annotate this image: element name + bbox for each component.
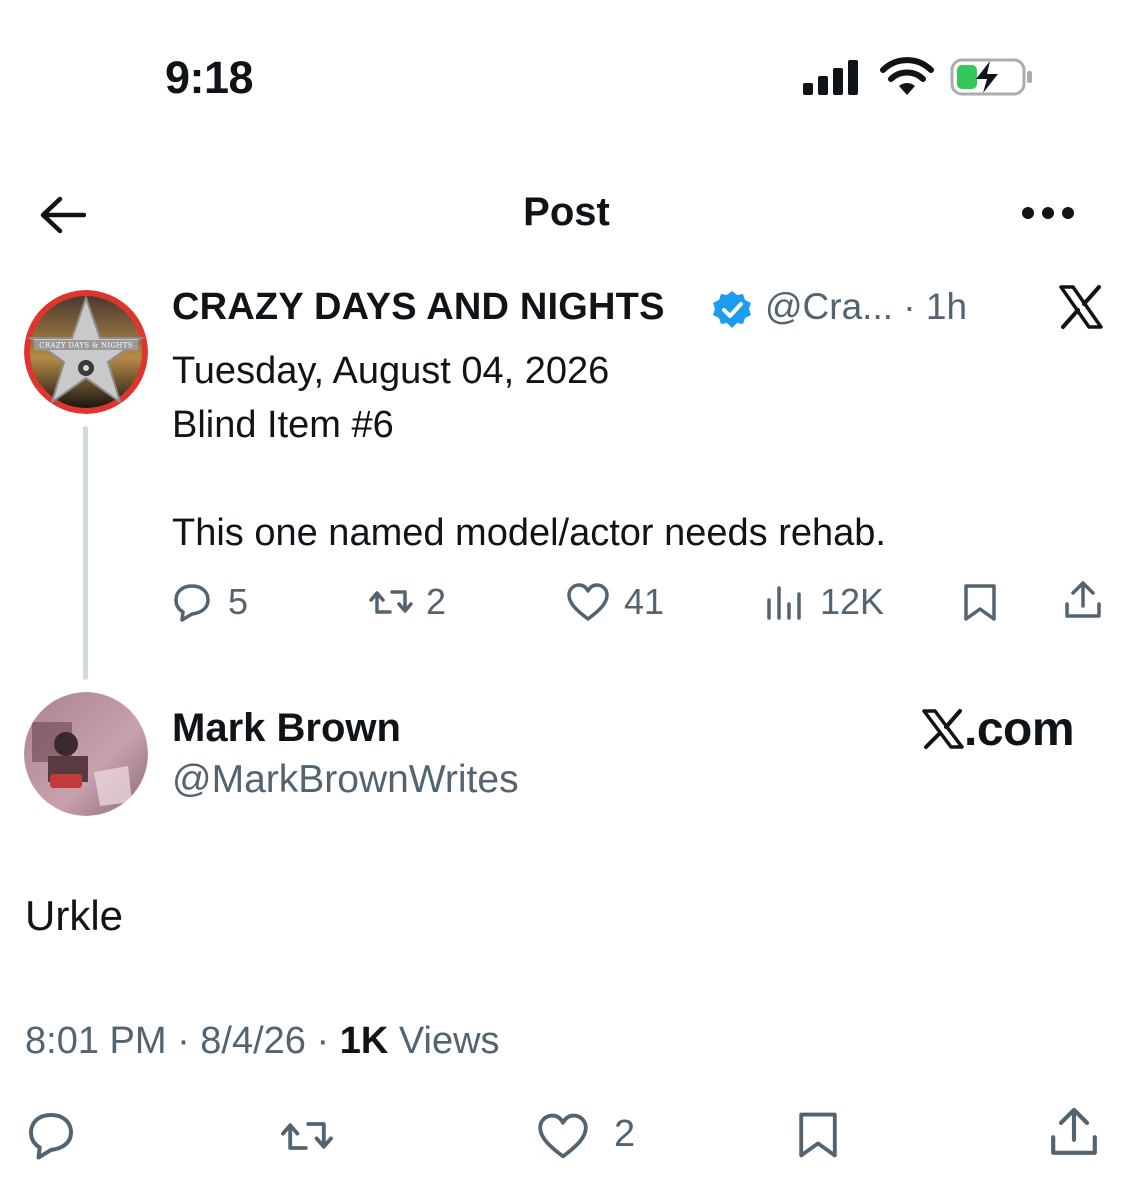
- cellular-signal-icon: [803, 60, 858, 95]
- post-metadata: 8:01 PM · 8/4/26 · 1K Views: [25, 1020, 500, 1063]
- bookmark-icon[interactable]: [960, 582, 1000, 622]
- like-icon[interactable]: [566, 582, 610, 622]
- reply-icon[interactable]: [172, 582, 212, 622]
- avatar[interactable]: [24, 692, 148, 816]
- author-handle[interactable]: @MarkBrownWrites: [172, 758, 519, 802]
- bookmark-icon[interactable]: [794, 1110, 842, 1160]
- post-views-label: Views: [388, 1020, 500, 1062]
- verified-badge-icon: [713, 291, 751, 328]
- view-count: 12K: [820, 581, 885, 622]
- share-icon[interactable]: [1063, 580, 1103, 620]
- tweet-text: Tuesday, August 04, 2026 Blind Item #6 T…: [172, 350, 886, 554]
- repost-count: 2: [426, 581, 447, 622]
- status-time: 9:18: [165, 52, 254, 103]
- thread-line: [83, 426, 88, 680]
- battery-charging-icon: [950, 58, 1032, 96]
- like-count: 41: [624, 581, 665, 622]
- watermark-domain: .com: [964, 703, 1075, 756]
- share-icon[interactable]: [1048, 1106, 1100, 1158]
- reply-text: Urkle: [25, 892, 124, 939]
- repost-icon[interactable]: [368, 582, 414, 622]
- reply-count: 5: [228, 581, 249, 622]
- author-name[interactable]: Mark Brown: [172, 706, 401, 751]
- author-name[interactable]: CRAZY DAYS AND NIGHTS: [172, 286, 665, 329]
- x-logo-icon: [922, 709, 964, 749]
- more-options-icon[interactable]: [1020, 205, 1076, 221]
- post-time-date: 8:01 PM · 8/4/26 ·: [25, 1020, 340, 1062]
- post-view-count: 1K: [339, 1020, 389, 1062]
- x-logo-icon: [1059, 285, 1103, 329]
- like-count: 2: [614, 1113, 636, 1155]
- repost-icon[interactable]: [278, 1112, 336, 1160]
- like-icon[interactable]: [536, 1112, 590, 1160]
- avatar[interactable]: CRAZY DAYS & NIGHTS: [24, 290, 148, 414]
- author-handle-time: @Cra... · 1h: [765, 286, 968, 327]
- wifi-icon: [880, 57, 934, 95]
- page-title: Post: [523, 190, 610, 234]
- reply-icon[interactable]: [26, 1110, 76, 1160]
- views-icon[interactable]: [764, 582, 804, 622]
- avatar-caption: CRAZY DAYS & NIGHTS: [39, 342, 133, 350]
- x-watermark: .com: [922, 702, 1075, 757]
